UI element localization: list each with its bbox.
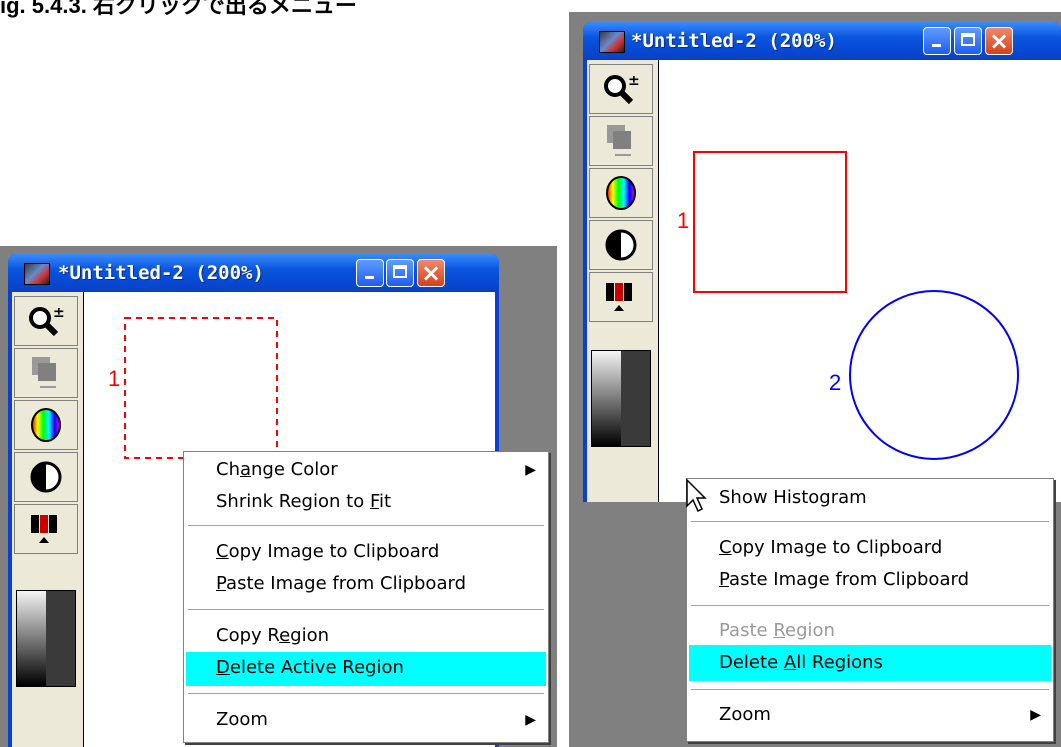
submenu-arrow-icon: ▶ — [525, 462, 536, 478]
label-pre: Delete — [719, 652, 784, 673]
label-accel: R — [773, 620, 786, 641]
close-button[interactable]: × — [417, 259, 445, 287]
label-accel: a — [239, 459, 252, 480]
menu-zoom-label: Zoom — [216, 709, 268, 730]
label-post: elete Active Region — [229, 657, 404, 678]
maximize-button[interactable] — [386, 259, 414, 287]
label-post: egion — [785, 620, 835, 641]
label-accel: A — [783, 652, 797, 673]
menu-paste-image[interactable]: Paste Image from Clipboard — [186, 568, 546, 600]
label-accel: D — [216, 657, 230, 678]
label-accel: F — [369, 491, 379, 512]
app-icon — [599, 31, 625, 53]
menu-separator — [188, 609, 544, 611]
menu-copy-image[interactable]: Copy Image to Clipboard — [186, 536, 546, 568]
label-pre: Shrink Region to — [216, 491, 370, 512]
menu-show-histogram-label: Show Histogram — [719, 487, 867, 508]
menu-paste-image[interactable]: Paste Image from Clipboard — [689, 564, 1051, 596]
maximize-button[interactable] — [954, 27, 982, 55]
menu-paste-region[interactable]: Paste Region — [689, 615, 1051, 647]
label-post: aste Image from Clipboard — [226, 573, 466, 594]
maximize-icon — [955, 28, 981, 54]
region-1-label: 1 — [108, 366, 121, 391]
label-accel: P — [216, 573, 227, 594]
menu-separator — [691, 689, 1049, 691]
label-pre: Ch — [216, 459, 240, 480]
label-pre: Paste — [719, 620, 774, 641]
menu-change-color[interactable]: Change Color ▶ — [186, 454, 546, 486]
label-post: aste Image from Clipboard — [729, 569, 969, 590]
window-title: *Untitled-2 (200%) — [631, 30, 837, 52]
menu-zoom[interactable]: Zoom ▶ — [689, 699, 1051, 731]
minimize-button[interactable] — [356, 259, 384, 287]
region-1-label: 1 — [677, 208, 690, 233]
region-1-shape[interactable] — [124, 317, 278, 459]
maximize-icon — [387, 260, 413, 286]
right-canvas[interactable]: ± 1 2 — [587, 60, 1061, 502]
label-post: ll Regions — [796, 652, 883, 673]
window-title: *Untitled-2 (200%) — [58, 262, 264, 284]
label-accel: P — [719, 569, 730, 590]
menu-zoom[interactable]: Zoom ▶ — [186, 704, 546, 736]
close-button[interactable]: × — [985, 27, 1013, 55]
menu-separator — [188, 525, 544, 527]
submenu-arrow-icon: ▶ — [1030, 707, 1041, 723]
menu-shrink-region[interactable]: Shrink Region to Fit — [186, 486, 546, 518]
mouse-cursor-icon — [686, 478, 707, 513]
close-icon: × — [988, 27, 1010, 55]
right-region-layer — [693, 151, 1019, 460]
minimize-button[interactable] — [923, 27, 951, 55]
label-accel: C — [216, 541, 229, 562]
label-accel: C — [719, 537, 732, 558]
menu-separator — [188, 693, 544, 695]
right-context-menu: Show Histogram Copy Image to Clipboard P… — [686, 478, 1054, 742]
region-2-shape[interactable] — [849, 290, 1019, 460]
menu-separator — [691, 605, 1049, 607]
right-title-bar[interactable]: *Untitled-2 (200%) × — [583, 22, 1061, 60]
right-screenshot: *Untitled-2 (200%) × ± 1 2 Show Histogra… — [569, 12, 1061, 747]
close-icon: × — [420, 259, 442, 287]
menu-delete-all-regions[interactable]: Delete All Regions — [689, 645, 1051, 681]
label-post: gion — [290, 625, 330, 646]
label-post: opy Image to Clipboard — [731, 537, 943, 558]
menu-delete-active-region[interactable]: Delete Active Region — [186, 652, 546, 686]
menu-separator — [691, 521, 1049, 523]
figure-caption: ig. 5.4.3. 右クリックで出るメニュー — [0, 0, 357, 18]
label-accel: e — [279, 625, 291, 646]
label-pre: Copy R — [216, 625, 280, 646]
label-post: it — [378, 491, 392, 512]
minimize-icon — [357, 260, 383, 286]
region-1-shape[interactable] — [693, 151, 847, 293]
menu-copy-region[interactable]: Copy Region — [186, 620, 546, 652]
left-context-menu: Change Color ▶ Shrink Region to Fit Copy … — [183, 451, 549, 743]
menu-zoom-label: Zoom — [719, 704, 771, 725]
menu-copy-image[interactable]: Copy Image to Clipboard — [689, 532, 1051, 564]
menu-show-histogram[interactable]: Show Histogram — [689, 481, 1051, 515]
left-title-bar[interactable]: *Untitled-2 (200%) × — [8, 254, 499, 292]
left-screenshot: *Untitled-2 (200%) × ± 1 Change Color ▶ … — [0, 246, 557, 747]
minimize-icon — [924, 28, 950, 54]
submenu-arrow-icon: ▶ — [525, 712, 536, 728]
app-icon — [24, 263, 50, 285]
label-post: opy Image to Clipboard — [228, 541, 440, 562]
region-2-label: 2 — [829, 370, 842, 395]
label-post: nge Color — [251, 459, 338, 480]
right-window: *Untitled-2 (200%) × ± 1 2 — [583, 22, 1061, 502]
